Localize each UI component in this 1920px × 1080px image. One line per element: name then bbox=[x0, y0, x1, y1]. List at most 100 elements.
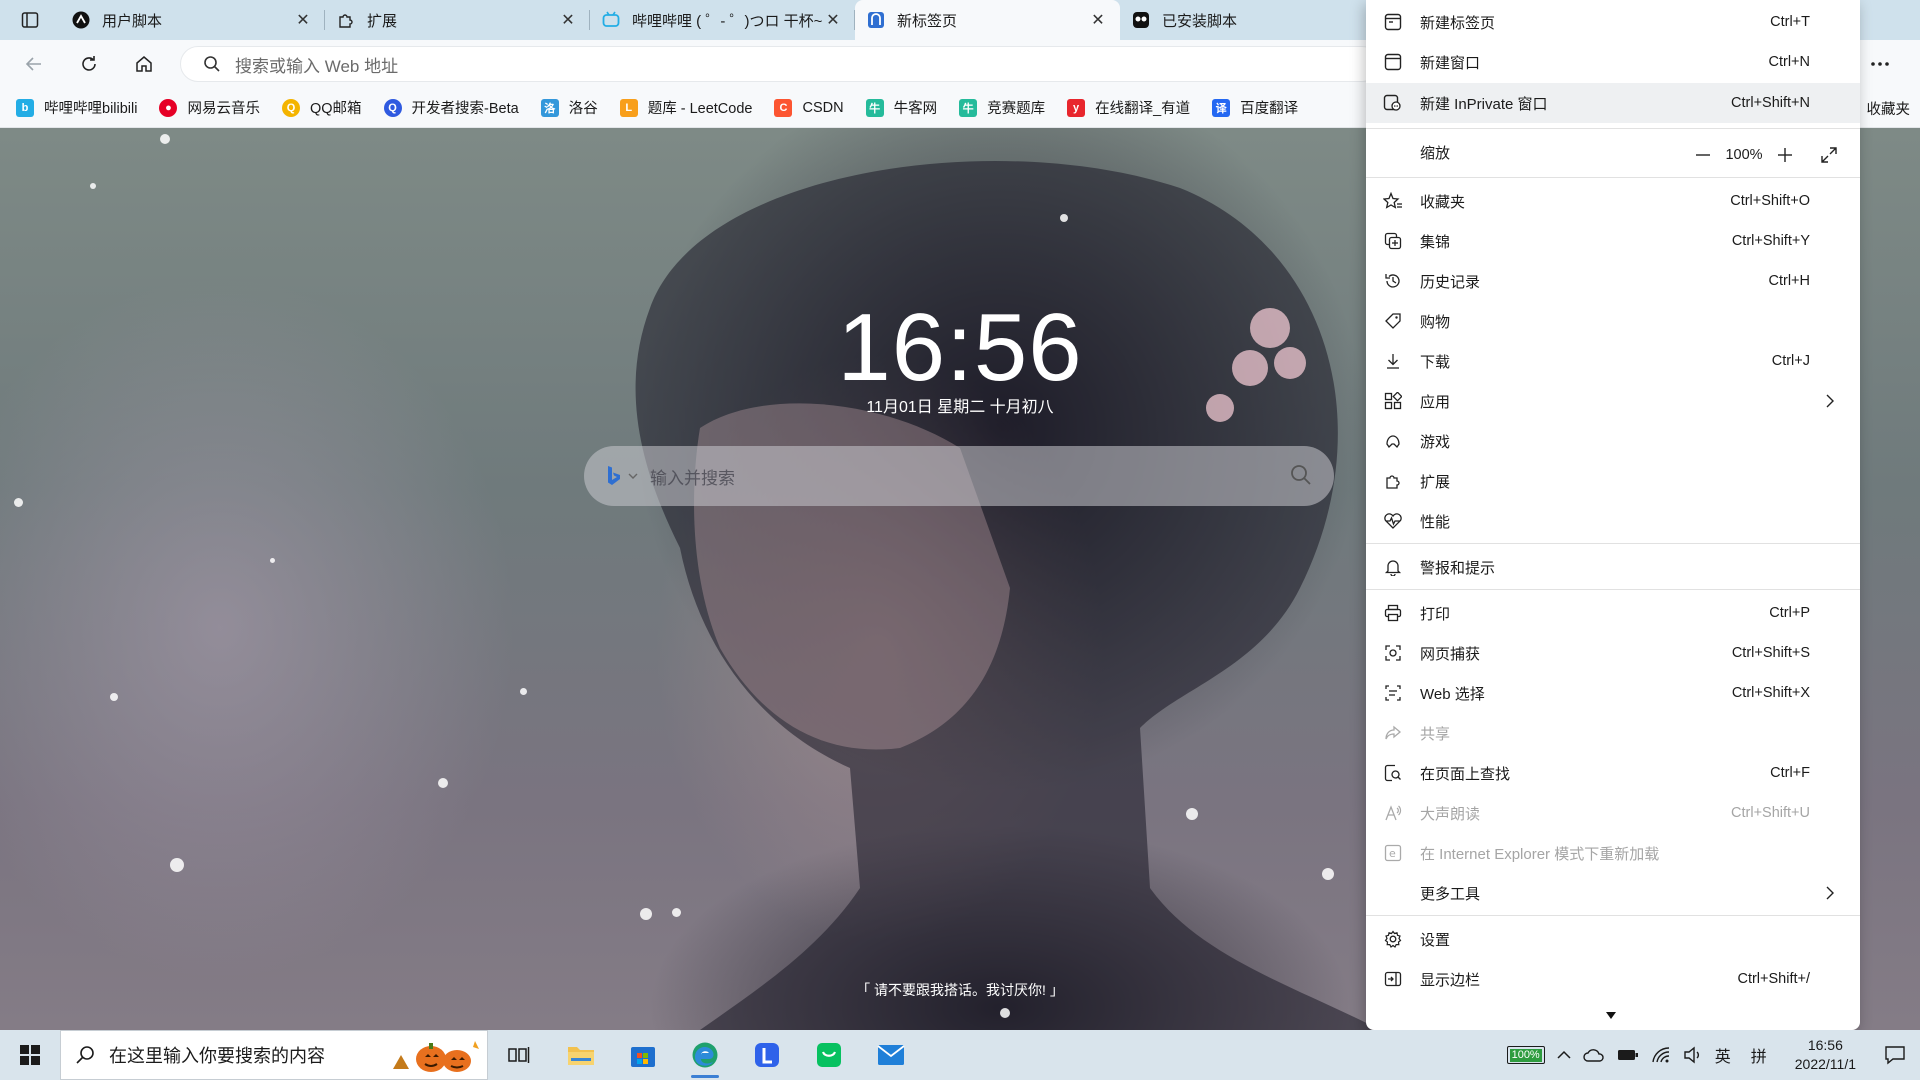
close-icon[interactable]: ✕ bbox=[823, 10, 843, 30]
system-time: 16:56 bbox=[1807, 1037, 1843, 1053]
csdn-icon: C bbox=[774, 98, 793, 117]
newtab-icon bbox=[867, 11, 885, 29]
favorite-label: 开发者搜索-Beta bbox=[411, 101, 519, 117]
chevron-down-icon[interactable] bbox=[628, 472, 638, 480]
close-icon[interactable]: ✕ bbox=[293, 10, 313, 30]
taskbar-file-explorer[interactable] bbox=[550, 1030, 612, 1080]
zoom-out-button[interactable] bbox=[1686, 140, 1720, 170]
menu-item-new-inprivate-window[interactable]: 新建 InPrivate 窗口 Ctrl+Shift+N bbox=[1366, 83, 1860, 123]
menu-item-extensions[interactable]: 扩展 bbox=[1366, 461, 1860, 501]
tab-actions-button[interactable] bbox=[0, 0, 60, 40]
full-screen-button[interactable] bbox=[1812, 140, 1846, 170]
favorite-luogu[interactable]: 洛 洛谷 bbox=[540, 97, 598, 118]
chevron-up-icon bbox=[1557, 1050, 1571, 1059]
find-icon bbox=[1382, 762, 1404, 784]
task-view-button[interactable] bbox=[488, 1030, 550, 1080]
menu-item-shopping[interactable]: 购物 bbox=[1366, 301, 1860, 341]
tab-newtab[interactable]: 新标签页 ✕ bbox=[855, 0, 1120, 40]
zoom-in-button[interactable] bbox=[1768, 140, 1802, 170]
menu-item-alerts[interactable]: 警报和提示 bbox=[1366, 547, 1860, 587]
web-select-icon bbox=[1382, 682, 1404, 704]
close-icon[interactable]: ✕ bbox=[558, 10, 578, 30]
tab-bilibili[interactable]: 哔哩哔哩 ( ゜- ゜)つロ 干杯~ ✕ bbox=[590, 0, 855, 40]
menu-item-downloads[interactable]: 下载 Ctrl+J bbox=[1366, 341, 1860, 381]
nowcoder-icon: 牛 bbox=[865, 98, 884, 117]
menu-item-apps[interactable]: 应用 bbox=[1366, 381, 1860, 421]
other-favorites-button[interactable]: 收藏夹 bbox=[1867, 88, 1911, 128]
tab-installed-scripts[interactable]: 已安装脚本 bbox=[1120, 0, 1385, 40]
menu-item-label: 新建 InPrivate 窗口 bbox=[1420, 95, 1548, 113]
menu-item-new-tab[interactable]: 新建标签页 Ctrl+T bbox=[1366, 2, 1860, 42]
favorite-qq-mail[interactable]: Q QQ邮箱 bbox=[281, 97, 362, 118]
menu-item-ie-mode[interactable]: e 在 Internet Explorer 模式下重新加载 bbox=[1366, 833, 1860, 873]
ntp-search-button[interactable] bbox=[1290, 464, 1312, 489]
taskbar-search-box[interactable]: 在这里输入你要搜索的内容 bbox=[60, 1030, 488, 1080]
menu-item-print[interactable]: 打印 Ctrl+P bbox=[1366, 593, 1860, 633]
system-clock[interactable]: 16:56 2022/11/1 bbox=[1781, 1036, 1870, 1074]
menu-item-games[interactable]: 游戏 bbox=[1366, 421, 1860, 461]
menu-item-performance[interactable]: 性能 bbox=[1366, 501, 1860, 541]
menu-item-label: 性能 bbox=[1420, 513, 1451, 531]
battery-tray-icon bbox=[1617, 1050, 1638, 1060]
address-bar[interactable]: 搜索或输入 Web 地址 bbox=[180, 46, 1380, 82]
tab-extensions[interactable]: 扩展 ✕ bbox=[325, 0, 590, 40]
tab-title: 哔哩哔哩 ( ゜- ゜)つロ 干杯~ bbox=[632, 12, 823, 30]
menu-item-read-aloud[interactable]: 大声朗读 Ctrl+Shift+U bbox=[1366, 793, 1860, 833]
menu-item-label: 历史记录 bbox=[1420, 273, 1481, 291]
volume-button[interactable] bbox=[1677, 1030, 1709, 1080]
menu-item-more-tools[interactable]: 更多工具 bbox=[1366, 873, 1860, 913]
taskbar-lark[interactable] bbox=[736, 1030, 798, 1080]
favorite-dev-search[interactable]: Q 开发者搜索-Beta bbox=[383, 97, 519, 118]
menu-item-settings[interactable]: 设置 bbox=[1366, 919, 1860, 959]
show-hidden-icons-button[interactable] bbox=[1551, 1030, 1577, 1080]
network-button[interactable] bbox=[1645, 1030, 1677, 1080]
power-button[interactable] bbox=[1611, 1030, 1645, 1080]
favorite-leetcode[interactable]: L 题库 - LeetCode bbox=[619, 97, 752, 118]
settings-and-more-button[interactable] bbox=[1860, 46, 1900, 82]
menu-item-history[interactable]: 历史记录 Ctrl+H bbox=[1366, 261, 1860, 301]
menu-item-collections[interactable]: 集锦 Ctrl+Shift+Y bbox=[1366, 221, 1860, 261]
menu-item-label: 网页捕获 bbox=[1420, 645, 1481, 663]
refresh-button[interactable] bbox=[69, 46, 109, 82]
action-center-button[interactable] bbox=[1870, 1030, 1920, 1080]
cloud-icon bbox=[1583, 1049, 1604, 1062]
onedrive-button[interactable] bbox=[1577, 1030, 1611, 1080]
favorite-contest[interactable]: 牛 竞赛题库 bbox=[959, 97, 1045, 118]
menu-item-label: 更多工具 bbox=[1420, 885, 1481, 903]
apps-icon bbox=[1382, 390, 1404, 412]
close-icon[interactable]: ✕ bbox=[1088, 10, 1108, 30]
menu-item-web-capture[interactable]: 网页捕获 Ctrl+Shift+S bbox=[1366, 633, 1860, 673]
back-button[interactable] bbox=[14, 46, 54, 82]
taskbar-store[interactable] bbox=[612, 1030, 674, 1080]
home-button[interactable] bbox=[124, 46, 164, 82]
menu-item-show-sidebar[interactable]: 显示边栏 Ctrl+Shift+/ bbox=[1366, 959, 1860, 999]
menu-item-label: 打印 bbox=[1420, 605, 1451, 623]
taskbar-mail[interactable] bbox=[860, 1030, 922, 1080]
menu-item-new-window[interactable]: 新建窗口 Ctrl+N bbox=[1366, 42, 1860, 82]
menu-item-find-on-page[interactable]: 在页面上查找 Ctrl+F bbox=[1366, 753, 1860, 793]
battery-indicator[interactable]: 100% bbox=[1501, 1030, 1551, 1080]
taskbar-wechat-files[interactable] bbox=[798, 1030, 860, 1080]
input-mode-button[interactable]: 拼 bbox=[1737, 1030, 1781, 1080]
favorite-netease-music[interactable]: ● 网易云音乐 bbox=[159, 97, 260, 118]
settings-icon bbox=[1382, 928, 1404, 950]
favorite-nowcoder[interactable]: 牛 牛客网 bbox=[865, 97, 937, 118]
search-icon bbox=[204, 56, 220, 72]
menu-item-web-select[interactable]: Web 选择 Ctrl+Shift+X bbox=[1366, 673, 1860, 713]
input-language-button[interactable]: 英 bbox=[1709, 1030, 1737, 1080]
menu-item-share[interactable]: 共享 bbox=[1366, 713, 1860, 753]
menu-item-label: 新建标签页 bbox=[1420, 14, 1496, 32]
start-button[interactable] bbox=[0, 1030, 60, 1080]
favorite-youdao[interactable]: y 在线翻译_有道 bbox=[1067, 97, 1190, 118]
favorite-label: 网易云音乐 bbox=[187, 101, 260, 117]
store-icon bbox=[631, 1047, 655, 1067]
favorite-baidu-translate[interactable]: 译 百度翻译 bbox=[1212, 97, 1298, 118]
ntp-search-box[interactable]: 输入并搜索 bbox=[584, 446, 1334, 506]
favorite-csdn[interactable]: C CSDN bbox=[774, 98, 844, 117]
favorite-bilibili[interactable]: b 哔哩哔哩bilibili bbox=[16, 97, 137, 118]
menu-item-favorites[interactable]: 收藏夹 Ctrl+Shift+O bbox=[1366, 181, 1860, 221]
favorite-label: 在线翻译_有道 bbox=[1095, 101, 1191, 117]
taskbar-edge[interactable] bbox=[674, 1030, 736, 1080]
scroll-down-icon[interactable] bbox=[1606, 1006, 1616, 1019]
tab-userscripts[interactable]: 用户脚本 ✕ bbox=[60, 0, 325, 40]
